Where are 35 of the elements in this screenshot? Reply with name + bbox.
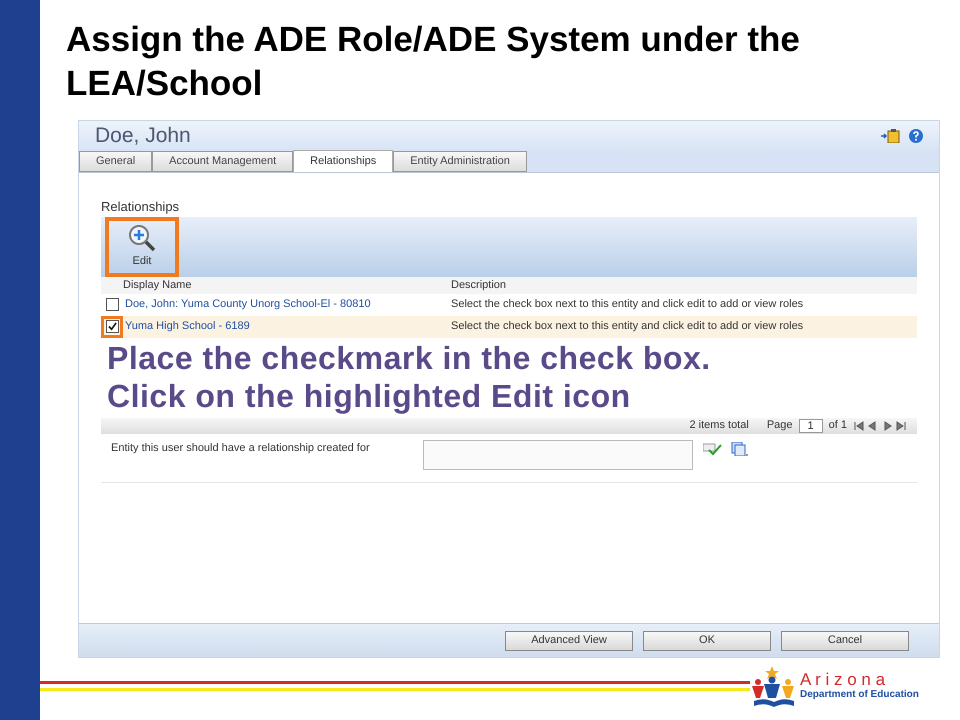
checkmark-icon[interactable]: [703, 442, 723, 456]
window-title: Doe, John: [95, 123, 191, 150]
field-label: Entity this user should have a relationship created for: [111, 440, 371, 456]
edit-button[interactable]: Edit: [105, 216, 179, 276]
dialog-button[interactable]: OK: [643, 630, 771, 650]
callout-text: Click on the highlighted Edit icon: [107, 377, 631, 415]
clipboard-icon[interactable]: [881, 129, 901, 143]
column-header: Display Name: [123, 278, 192, 293]
zoom-in-icon: [127, 223, 157, 254]
tab[interactable]: Account Management: [152, 151, 294, 172]
checkbox[interactable]: [106, 320, 118, 333]
checkbox[interactable]: [106, 298, 118, 311]
help-icon[interactable]: [909, 129, 923, 143]
dialog-button[interactable]: Cancel: [781, 630, 909, 650]
dialog-button[interactable]: Advanced View: [505, 630, 633, 650]
slide-title: Assign the ADE Role/ADE System under the LEA/School: [66, 19, 801, 105]
table-row[interactable]: Yuma High School - 6189 Select the check box next to this entity and click edit to add or view roles: [101, 316, 917, 338]
section-title: Relationships: [101, 198, 180, 216]
callout-text: Place the checkmark in the check box.: [107, 339, 711, 377]
browse-icon[interactable]: [731, 442, 749, 456]
table-cell-text: Select the check box next to this entity and click edit to add or view roles: [451, 319, 804, 334]
tab[interactable]: General: [79, 151, 152, 172]
items-total: 2 items total: [690, 418, 749, 434]
entity-link[interactable]: Yuma High School - 6189: [125, 318, 449, 335]
tab[interactable]: Entity Administration: [393, 151, 527, 172]
logo-subtitle: Department of Education: [800, 689, 919, 701]
page-count: of 1: [828, 418, 847, 434]
page-field[interactable]: 1: [798, 418, 823, 432]
tab[interactable]: Relationships: [293, 150, 394, 172]
column-header: Description: [451, 278, 506, 293]
logo-name: A r i z o n a: [800, 671, 886, 689]
entity-link[interactable]: Doe, John: Yuma County Unorg School-El - 80810: [125, 296, 449, 313]
table-cell-text: Select the check box next to this entity and click edit to add or view roles: [451, 297, 804, 312]
entity-field[interactable]: [423, 440, 693, 470]
page-label: Page: [766, 418, 793, 434]
